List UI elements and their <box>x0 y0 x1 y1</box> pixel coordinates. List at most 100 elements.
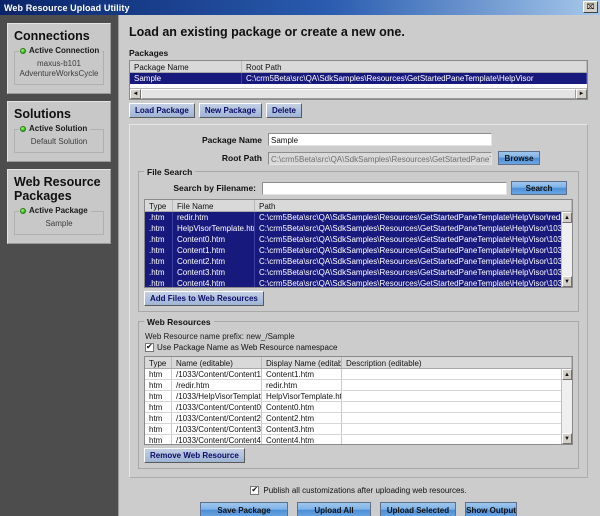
publish-customizations-checkbox[interactable] <box>250 486 259 495</box>
package-name-value: Sample <box>18 219 100 229</box>
wr-row-description[interactable] <box>342 413 572 423</box>
wr-row-name[interactable]: /1033/Content/Content2.htm <box>172 413 262 423</box>
table-row[interactable]: Sample C:\crm5Beta\src\QA\SdkSamples\Res… <box>130 73 587 84</box>
sidebar: Connections Active Connection maxus-b101… <box>0 15 118 516</box>
wr-row-description[interactable] <box>342 391 572 401</box>
web-resources-grid[interactable]: Type Name (editable) Display Name (edita… <box>144 356 573 445</box>
wr-row-type[interactable]: htm <box>145 369 172 379</box>
upload-all-button[interactable]: Upload All <box>297 502 371 516</box>
table-row[interactable]: .htmContent2.htmC:\crm5Beta\src\QA\SdkSa… <box>145 256 572 267</box>
wr-row-description[interactable] <box>342 424 572 434</box>
scroll-up-icon[interactable]: ▲ <box>562 212 572 223</box>
packages-col-name: Package Name <box>130 61 242 72</box>
close-icon[interactable]: ⌧ <box>583 1 598 13</box>
browse-button[interactable]: Browse <box>498 151 540 165</box>
wr-row-name[interactable]: /1033/Content/Content1.htm <box>172 369 262 379</box>
scroll-down-icon[interactable]: ▼ <box>562 276 572 287</box>
table-row[interactable]: htm/1033/Content/Content1.htmContent1.ht… <box>145 369 572 380</box>
root-path-input[interactable]: C:\crm5Beta\src\QA\SdkSamples\Resources\… <box>268 152 492 165</box>
wr-col-type: Type <box>145 357 172 368</box>
active-package-legend: Active Package <box>19 206 91 215</box>
wr-row-description[interactable] <box>342 402 572 412</box>
wr-row-type[interactable]: htm <box>145 435 172 445</box>
wr-row-type[interactable]: htm <box>145 402 172 412</box>
scroll-down-icon[interactable]: ▼ <box>562 433 572 444</box>
scroll-up-icon[interactable]: ▲ <box>562 369 572 380</box>
table-row[interactable]: htm/redir.htmredir.htm <box>145 380 572 391</box>
upload-selected-button[interactable]: Upload Selected <box>380 502 456 516</box>
wr-row-description[interactable] <box>342 369 572 379</box>
wr-row-type[interactable]: htm <box>145 424 172 434</box>
active-solution-group: Active Solution Default Solution <box>14 129 104 153</box>
wr-row-description[interactable] <box>342 380 572 390</box>
delete-package-button[interactable]: Delete <box>266 103 302 118</box>
wr-row-name[interactable]: /1033/Content/Content3.htm <box>172 424 262 434</box>
sidebar-panel-solutions[interactable]: Solutions Active Solution Default Soluti… <box>7 101 111 162</box>
footer-actions: Save Package Upload All Upload Selected … <box>129 502 588 516</box>
sidebar-panel-connections[interactable]: Connections Active Connection maxus-b101… <box>7 23 111 94</box>
publish-row[interactable]: Publish all customizations after uploadi… <box>129 486 588 495</box>
wr-row-name[interactable]: /1033/HelpVisorTemplate.htm <box>172 391 262 401</box>
file-search-vertical-scrollbar[interactable]: ▲ ▼ <box>561 212 572 287</box>
table-row[interactable]: .htmContent3.htmC:\crm5Beta\src\QA\SdkSa… <box>145 267 572 278</box>
table-row[interactable]: htm/1033/Content/Content2.htmContent2.ht… <box>145 413 572 424</box>
sidebar-panel-web-resource-packages[interactable]: Web Resource Packages Active Package Sam… <box>7 169 111 244</box>
package-name-input[interactable]: Sample <box>268 133 492 146</box>
table-row[interactable]: htm/1033/HelpVisorTemplate.htmHelpVisorT… <box>145 391 572 402</box>
save-package-button[interactable]: Save Package <box>200 502 288 516</box>
file-row-path: C:\crm5Beta\src\QA\SdkSamples\Resources\… <box>255 212 572 223</box>
status-led-icon <box>20 48 26 54</box>
wr-row-type[interactable]: htm <box>145 391 172 401</box>
file-row-name: redir.htm <box>173 212 255 223</box>
wr-row-display-name[interactable]: Content0.htm <box>262 402 342 412</box>
use-package-name-namespace-row[interactable]: Use Package Name as Web Resource namespa… <box>145 343 573 352</box>
web-resources-vertical-scrollbar[interactable]: ▲ ▼ <box>561 369 572 444</box>
search-input[interactable] <box>262 182 507 195</box>
web-resources-legend: Web Resources <box>144 317 214 327</box>
wr-row-display-name[interactable]: Content2.htm <box>262 413 342 423</box>
wr-row-type[interactable]: htm <box>145 413 172 423</box>
table-row[interactable]: htm/1033/Content/Content0.htmContent0.ht… <box>145 402 572 413</box>
wr-row-display-name[interactable]: Content1.htm <box>262 369 342 379</box>
active-solution-values: Default Solution <box>18 134 100 147</box>
active-connection-legend: Active Connection <box>19 46 102 55</box>
active-solution-legend-label: Active Solution <box>29 124 87 133</box>
wr-row-display-name[interactable]: Content4.htm <box>262 435 342 445</box>
wr-row-display-name[interactable]: redir.htm <box>262 380 342 390</box>
scroll-left-icon[interactable]: ◄ <box>130 89 141 99</box>
wr-row-name[interactable]: /1033/Content/Content4.htm <box>172 435 262 445</box>
packages-grid[interactable]: Package Name Root Path Sample C:\crm5Bet… <box>129 60 588 100</box>
sidebar-panel-packages-title: Web Resource Packages <box>14 175 104 203</box>
wr-col-name: Name (editable) <box>172 357 262 368</box>
scroll-thumb[interactable] <box>141 89 576 99</box>
table-row[interactable]: htm/1033/Content/Content4.htmContent4.ht… <box>145 435 572 445</box>
load-package-button[interactable]: Load Package <box>129 103 195 118</box>
use-package-name-checkbox[interactable] <box>145 343 154 352</box>
remove-web-resource-button[interactable]: Remove Web Resource <box>144 448 245 463</box>
file-row-type: .htm <box>145 267 173 278</box>
use-package-name-label: Use Package Name as Web Resource namespa… <box>157 343 337 352</box>
table-row[interactable]: htm/1033/Content/Content3.htmContent3.ht… <box>145 424 572 435</box>
table-row[interactable]: .htmredir.htmC:\crm5Beta\src\QA\SdkSampl… <box>145 212 572 223</box>
publish-customizations-label: Publish all customizations after uploadi… <box>263 486 466 495</box>
wr-row-display-name[interactable]: Content3.htm <box>262 424 342 434</box>
table-row[interactable]: .htmHelpVisorTemplate.htmC:\crm5Beta\src… <box>145 223 572 234</box>
packages-horizontal-scrollbar[interactable]: ◄ ► <box>130 88 587 99</box>
add-files-to-web-resources-button[interactable]: Add Files to Web Resources <box>144 291 264 306</box>
new-package-button[interactable]: New Package <box>199 103 262 118</box>
wr-row-description[interactable] <box>342 435 572 445</box>
file-row-name: Content4.htm <box>173 278 255 288</box>
table-row[interactable]: .htmContent0.htmC:\crm5Beta\src\QA\SdkSa… <box>145 234 572 245</box>
file-search-grid[interactable]: Type File Name Path .htmredir.htmC:\crm5… <box>144 199 573 288</box>
show-output-button[interactable]: Show Output <box>465 502 517 516</box>
search-button[interactable]: Search <box>511 181 567 195</box>
file-row-name: Content1.htm <box>173 245 255 256</box>
scroll-right-icon[interactable]: ► <box>576 89 587 99</box>
wr-row-name[interactable]: /redir.htm <box>172 380 262 390</box>
wr-row-display-name[interactable]: HelpVisorTemplate.htm <box>262 391 342 401</box>
wr-row-type[interactable]: htm <box>145 380 172 390</box>
wr-row-name[interactable]: /1033/Content/Content0.htm <box>172 402 262 412</box>
table-row[interactable]: .htmContent4.htmC:\crm5Beta\src\QA\SdkSa… <box>145 278 572 288</box>
file-row-path: C:\crm5Beta\src\QA\SdkSamples\Resources\… <box>255 223 572 234</box>
table-row[interactable]: .htmContent1.htmC:\crm5Beta\src\QA\SdkSa… <box>145 245 572 256</box>
